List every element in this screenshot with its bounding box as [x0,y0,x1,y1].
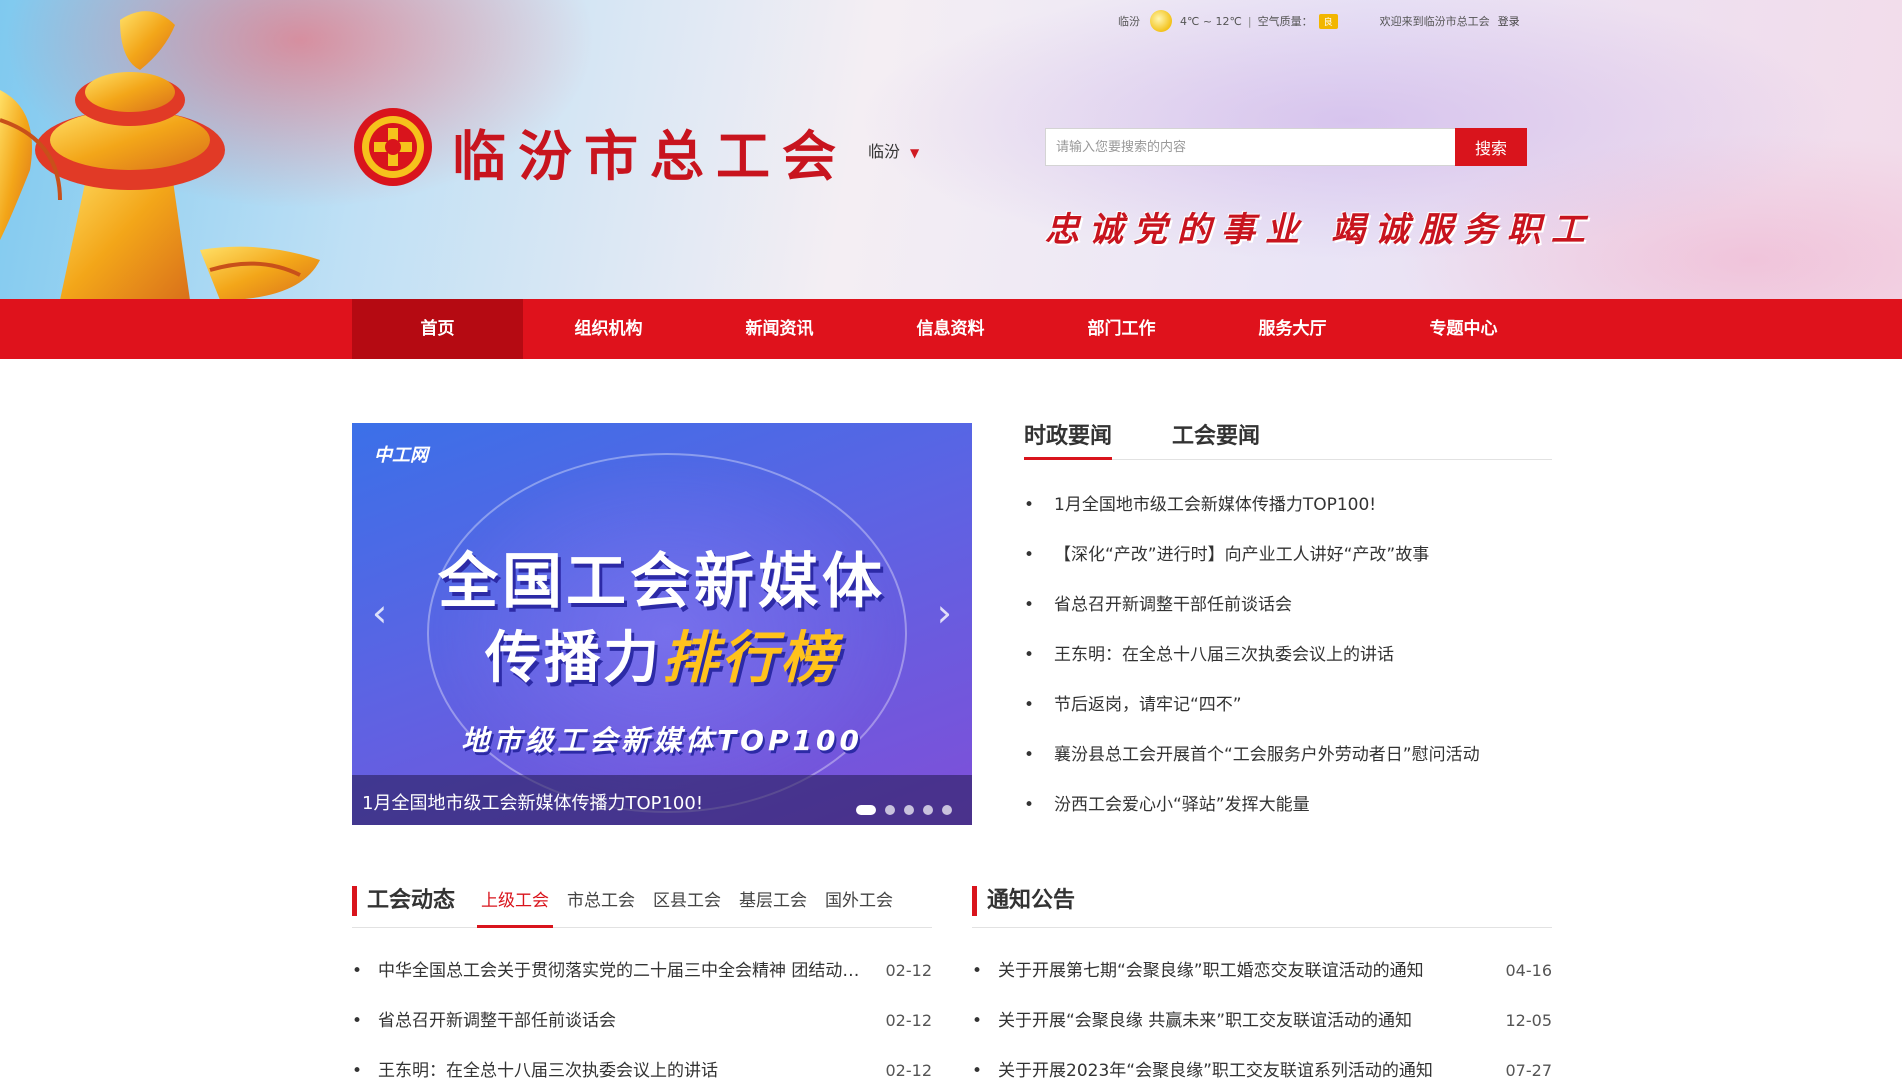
carousel-dot[interactable] [904,805,914,815]
item-title: 中华全国总工会关于贯彻落实党的二十届三中全会精神 团结动员亿万职工 [378,961,886,981]
tab-grassroots-union[interactable]: 基层工会 [735,886,811,928]
union-dynamics-header: 工会动态 上级工会 市总工会 区县工会 基层工会 国外工会 [352,886,932,928]
item-date: 07-27 [1505,1061,1553,1080]
carousel-caption-text: 1月全国地市级工会新媒体传播力TOP100! [362,793,704,814]
nav-item-information[interactable]: 信息资料 [865,299,1036,359]
carousel-headline-3: 地市级工会新媒体TOP100 [461,724,863,757]
bullet: • [972,1061,983,1080]
carousel-dot[interactable] [923,805,933,815]
list-item[interactable]: 汾西工会爱心小“驿站”发挥大能量 [1024,780,1552,830]
tab-foreign-union[interactable]: 国外工会 [821,886,897,928]
nav-item-topics[interactable]: 专题中心 [1378,299,1549,359]
list-item[interactable]: 1月全国地市级工会新媒体传播力TOP100! [1024,480,1552,530]
bullet: • [972,1011,983,1031]
site-title: 临汾市总工会 [452,124,848,188]
tab-union-news[interactable]: 工会要闻 [1172,418,1260,460]
search-button[interactable]: 搜索 [1455,128,1527,166]
air-quality-label: 空气质量： [1257,15,1313,28]
item-date: 04-16 [1505,961,1553,980]
nav-item-organization[interactable]: 组织机构 [523,299,694,359]
carousel-caption[interactable]: 1月全国地市级工会新媒体传播力TOP100! [352,775,972,825]
item-title: 关于开展第七期“会聚良缘”职工婚恋交友联谊活动的通知 [998,961,1424,981]
item-title: 关于开展“会聚良缘 共赢未来”职工交友联谊活动的通知 [998,1011,1413,1031]
search-input[interactable] [1045,128,1455,166]
nav-item-service-hall[interactable]: 服务大厅 [1207,299,1378,359]
sun-icon [1150,10,1172,32]
divider: | [1247,14,1252,28]
login-link[interactable]: 登录 [1498,13,1520,29]
union-dynamics-list: • 中华全国总工会关于贯彻落实党的二十届三中全会精神 团结动员亿万职工 02-12 … [352,946,932,1080]
item-date: 02-12 [885,1061,933,1080]
list-item[interactable]: • 中华全国总工会关于贯彻落实党的二十届三中全会精神 团结动员亿万职工 02-12 [352,946,932,996]
list-item[interactable]: 省总召开新调整干部任前谈话会 [1024,580,1552,630]
section-title: 通知公告 [987,888,1076,913]
carousel-headline-2a: 传播力 [485,626,662,691]
section-title: 工会动态 [367,888,456,913]
notices-list: • 关于开展第七期“会聚良缘”职工婚恋交友联谊活动的通知 04-16 • 关于开展“会… [972,946,1552,1080]
union-logo-icon[interactable] [352,106,434,188]
item-date: 02-12 [885,1011,933,1030]
list-item[interactable]: 襄汾县总工会开展首个“工会服务户外劳动者日”慰问活动 [1024,730,1552,780]
item-date: 02-12 [885,961,933,980]
nav-item-home[interactable]: 首页 [352,299,523,359]
slogan: 忠诚党的事业 竭诚服务职工 [1045,210,1595,250]
list-item[interactable]: • 省总召开新调整干部任前谈话会 02-12 [352,996,932,1046]
chevron-right-icon[interactable]: › [937,591,952,635]
section-marker [352,886,357,916]
bullet: • [352,1011,363,1031]
list-item[interactable]: 节后返岗，请牢记“四不” [1024,680,1552,730]
search-box: 搜索 [1045,128,1527,166]
list-item[interactable]: • 王东明：在全总十八届三次执委会议上的讲话 02-12 [352,1046,932,1080]
list-item[interactable]: 【深化“产改”进行时】向产业工人讲好“产改”故事 [1024,530,1552,580]
news-carousel[interactable]: 中工网 全国工会新媒体 传播力排行榜 地市级工会新媒体TOP100 ‹ › 1月… [352,423,972,825]
tab-city-union[interactable]: 市总工会 [563,886,639,928]
notices-header: 通知公告 [972,886,1552,928]
chevron-left-icon[interactable]: ‹ [372,591,387,635]
tab-superior-union[interactable]: 上级工会 [477,886,554,928]
tab-political-news[interactable]: 时政要闻 [1024,418,1113,460]
air-quality-badge: 良 [1318,13,1338,29]
tab-county-union[interactable]: 区县工会 [649,886,725,928]
news-list: 1月全国地市级工会新媒体传播力TOP100! 【深化“产改”进行时】向产业工人讲… [1024,480,1552,830]
bullet: • [352,1061,363,1080]
carousel-dot[interactable] [885,805,895,815]
nav-item-news[interactable]: 新闻资讯 [694,299,865,359]
carousel-dots [847,805,952,815]
header-banner: 临汾 4℃ ~ 12℃ | 空气质量： 良 欢迎来到临汾市总工会 登录 临汾市总… [0,0,1902,300]
bullet: • [972,961,983,981]
carousel-dot[interactable] [856,805,876,815]
caret-down-icon: ▼ [910,146,920,160]
section-marker [972,886,977,916]
carousel-headline-1: 全国工会新媒体 [438,547,886,617]
top-info-bar: 临汾 4℃ ~ 12℃ | 空气质量： 良 欢迎来到临汾市总工会 登录 [1118,10,1520,32]
city-selector-label: 临汾 [868,142,901,161]
huabiao-pillar-decoration [0,11,320,300]
list-item[interactable]: • 关于开展2023年“会聚良缘”职工交友联谊系列活动的通知 07-27 [972,1046,1552,1080]
weather-temperature: 4℃ ~ 12℃ [1180,14,1242,28]
main-nav: 首页 组织机构 新闻资讯 信息资料 部门工作 服务大厅 专题中心 [0,299,1902,359]
item-title: 关于开展2023年“会聚良缘”职工交友联谊系列活动的通知 [998,1061,1433,1080]
carousel-headline-2b: 排行榜 [662,626,839,691]
item-title: 王东明：在全总十八届三次执委会议上的讲话 [378,1061,718,1080]
list-item[interactable]: 王东明：在全总十八届三次执委会议上的讲话 [1024,630,1552,680]
welcome-text: 欢迎来到临汾市总工会 [1379,15,1490,28]
list-item[interactable]: • 关于开展“会聚良缘 共赢未来”职工交友联谊活动的通知 12-05 [972,996,1552,1046]
news-tabs: 时政要闻 工会要闻 [1024,418,1552,460]
carousel-headline-2: 传播力排行榜 [352,613,972,694]
nav-item-departments[interactable]: 部门工作 [1036,299,1207,359]
list-item[interactable]: • 关于开展第七期“会聚良缘”职工婚恋交友联谊活动的通知 04-16 [972,946,1552,996]
bullet: • [352,961,363,981]
source-mark: 中工网 [374,445,428,466]
city-selector[interactable]: 临汾 ▼ [868,138,919,162]
item-date: 12-05 [1505,1011,1553,1030]
carousel-dot[interactable] [942,805,952,815]
weather-city: 临汾 [1118,15,1140,28]
item-title: 省总召开新调整干部任前谈话会 [378,1011,616,1031]
